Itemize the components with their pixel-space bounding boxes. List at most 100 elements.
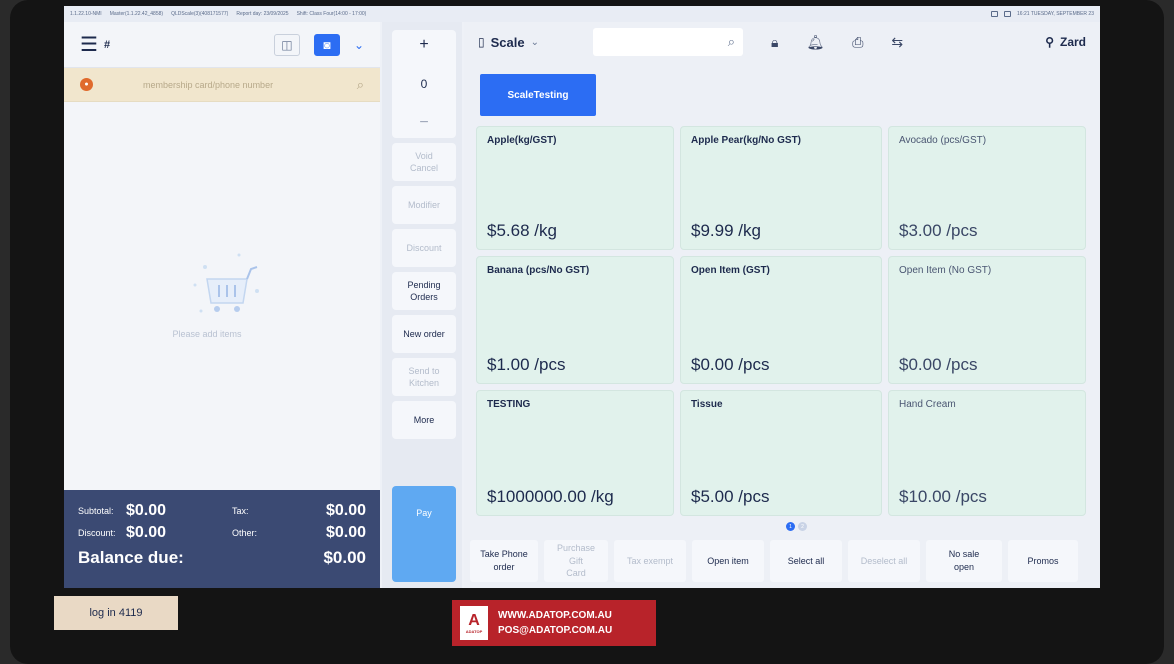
product-tile[interactable]: Apple(kg/GST) $5.68 /kg <box>476 126 674 250</box>
search-icon[interactable]: ⌕ <box>357 77 364 93</box>
chevron-down-icon[interactable]: ⌄ <box>354 38 364 52</box>
subtotal-row: Subtotal: $0.00 Tax: $0.00 <box>78 500 366 522</box>
user-name: Zard <box>1059 35 1086 49</box>
empty-cart-icon <box>193 253 259 313</box>
product-price: $9.99 /kg <box>691 221 761 240</box>
select-all-button[interactable]: Select all <box>770 540 842 582</box>
tax-exempt-button[interactable]: Tax exempt <box>614 540 686 582</box>
takeaway-bag-icon[interactable]: ◫ <box>273 33 300 56</box>
balance-row: Balance due: $0.00 <box>78 548 366 568</box>
open-item-button[interactable]: Open item <box>692 540 764 582</box>
order-toolbar: ☰ # ◫ ◙ ⌄ <box>64 22 380 68</box>
empty-cart-area: Please add items <box>64 102 380 482</box>
action-column: + 0 − Void Cancel Modifier Discount Pending… <box>382 22 462 588</box>
page-dot-1[interactable]: 1 <box>786 522 795 531</box>
product-name: Apple(kg/GST) <box>487 135 557 146</box>
dine-in-icon[interactable]: ◙ <box>313 33 340 56</box>
product-grid: Apple(kg/GST) $5.68 /kg Apple Pear(kg/No G… <box>476 126 1088 516</box>
pay-button[interactable]: Pay <box>392 486 456 582</box>
send-to-kitchen-button[interactable]: Send to Kitchen <box>392 358 456 396</box>
void-cancel-button[interactable]: Void Cancel <box>392 143 456 181</box>
sticker-brand: ADATOP <box>465 628 483 634</box>
promos-button[interactable]: Promos <box>1008 540 1078 582</box>
shift-text: Shift: Class Four(14:00 - 17:00) <box>296 11 367 17</box>
product-name: Tissue <box>691 399 723 410</box>
search-icon: ⌕ <box>727 34 735 49</box>
product-tile[interactable]: Open Item (No GST) $0.00 /pcs <box>888 256 1086 384</box>
modifier-button[interactable]: Modifier <box>392 186 456 224</box>
qty-plus-button[interactable]: + <box>419 36 428 54</box>
discount-button[interactable]: Discount <box>392 229 456 267</box>
empty-cart-text: Please add items <box>172 329 242 339</box>
discount-value: $0.00 <box>126 524 167 541</box>
document-icon <box>1004 11 1012 17</box>
product-tile[interactable]: Banana (pcs/No GST) $1.00 /pcs <box>476 256 674 384</box>
balance-label: Balance due: <box>78 548 184 567</box>
printer-icon[interactable]: ⎙ <box>852 34 863 51</box>
product-tile[interactable]: Open Item (GST) $0.00 /pcs <box>680 256 882 384</box>
product-tile[interactable]: Avocado (pcs/GST) $3.00 /pcs <box>888 126 1086 250</box>
product-price: $1.00 /pcs <box>487 355 566 374</box>
book-icon: ▯ <box>478 35 485 49</box>
product-search-input[interactable]: ⌕ <box>592 28 743 56</box>
chevron-down-icon: ⌄ <box>530 36 539 48</box>
product-price: $10.00 /pcs <box>899 487 987 506</box>
version-text: 1.1.22.10-NMI <box>70 11 102 17</box>
membership-input[interactable]: membership card/phone number <box>143 80 273 90</box>
user-menu[interactable]: ⚲ Zard <box>1045 35 1086 49</box>
tax-label: Tax: <box>232 506 249 516</box>
qty-minus-button[interactable]: − <box>419 114 428 132</box>
product-tile[interactable]: Apple Pear(kg/No GST) $9.99 /kg <box>680 126 882 250</box>
sticker-email: POS@ADATOP.COM.AU <box>498 625 613 636</box>
product-name: Apple Pear(kg/No GST) <box>691 135 802 146</box>
pos-screen: 1.1.22.10-NMI Master(1.1.22.42_4858) QLD… <box>64 6 1100 588</box>
tax-value: $0.00 <box>325 502 366 519</box>
product-tile[interactable]: Tissue $5.00 /pcs <box>680 390 882 516</box>
more-button[interactable]: More <box>392 401 456 439</box>
lock-icon[interactable]: 🔒︎ <box>771 34 778 51</box>
page-dot-2[interactable]: 2 <box>798 522 807 531</box>
tab-scaletesting[interactable]: ScaleTesting <box>480 74 596 116</box>
bell-icon[interactable]: 🔔︎ <box>806 34 824 51</box>
subtotal-value: $0.00 <box>126 502 167 519</box>
status-bar: 1.1.22.10-NMI Master(1.1.22.42_4858) QLD… <box>64 6 1100 22</box>
no-sale-open-button[interactable]: No sale open <box>926 540 1002 582</box>
order-number-label: # <box>103 38 111 51</box>
translate-icon[interactable]: ⇆ <box>891 34 903 51</box>
product-tile[interactable]: TESTING $1000000.00 /kg <box>476 390 674 516</box>
totals-panel: Subtotal: $0.00 Tax: $0.00 Discount: $0.… <box>64 490 380 588</box>
member-icon: ● <box>80 78 93 91</box>
login-sticker: log in 4119 <box>54 596 178 630</box>
product-name: Open Item (GST) <box>691 265 770 276</box>
purchase-gift-card-button[interactable]: Purchase Gift Card <box>544 540 608 582</box>
datetime-text: 16:21 TUESDAY, SEPTEMBER 23 <box>1017 11 1094 17</box>
membership-search-bar[interactable]: ● membership card/phone number ⌕ <box>64 68 380 102</box>
pending-orders-button[interactable]: Pending Orders <box>392 272 456 310</box>
discount-label: Discount: <box>78 528 116 538</box>
deselect-all-button[interactable]: Deselect all <box>848 540 920 582</box>
product-name: Open Item (No GST) <box>899 265 992 276</box>
product-price: $3.00 /pcs <box>899 221 978 240</box>
product-name: Hand Cream <box>899 399 956 410</box>
order-panel: ☰ # ◫ ◙ ⌄ ● membership card/phone number… <box>64 22 380 588</box>
take-phone-order-button[interactable]: Take Phone order <box>470 540 538 582</box>
product-name: Banana (pcs/No GST) <box>487 265 590 276</box>
product-name: TESTING <box>487 399 531 410</box>
product-tile[interactable]: Hand Cream $10.00 /pcs <box>888 390 1086 516</box>
terminal-text: QLDScale(3)(408171577) <box>171 11 229 17</box>
quantity-stepper: + 0 − <box>392 30 456 138</box>
product-name: Avocado (pcs/GST) <box>899 135 987 146</box>
pagination-dots: 12 <box>786 522 807 531</box>
adatop-logo: A ADATOP <box>460 606 488 640</box>
menu-icon[interactable]: ☰ <box>80 32 98 57</box>
category-select-label: Scale <box>490 34 525 50</box>
vendor-sticker: A ADATOP WWW.ADATOP.COM.AU POS@ADATOP.CO… <box>452 600 656 646</box>
other-label: Other: <box>232 528 258 538</box>
product-price: $5.00 /pcs <box>691 487 770 506</box>
balance-value: $0.00 <box>323 548 366 567</box>
product-price: $1000000.00 /kg <box>487 487 614 506</box>
category-select[interactable]: ▯ Scale ⌄ <box>478 35 539 50</box>
new-order-button[interactable]: New order <box>392 315 456 353</box>
discount-row: Discount: $0.00 Other: $0.00 <box>78 522 366 544</box>
product-toolbar: ▯ Scale ⌄ ⌕ 🔒︎ 🔔︎ ⎙ ⇆ ⚲ Zard <box>464 22 1100 62</box>
